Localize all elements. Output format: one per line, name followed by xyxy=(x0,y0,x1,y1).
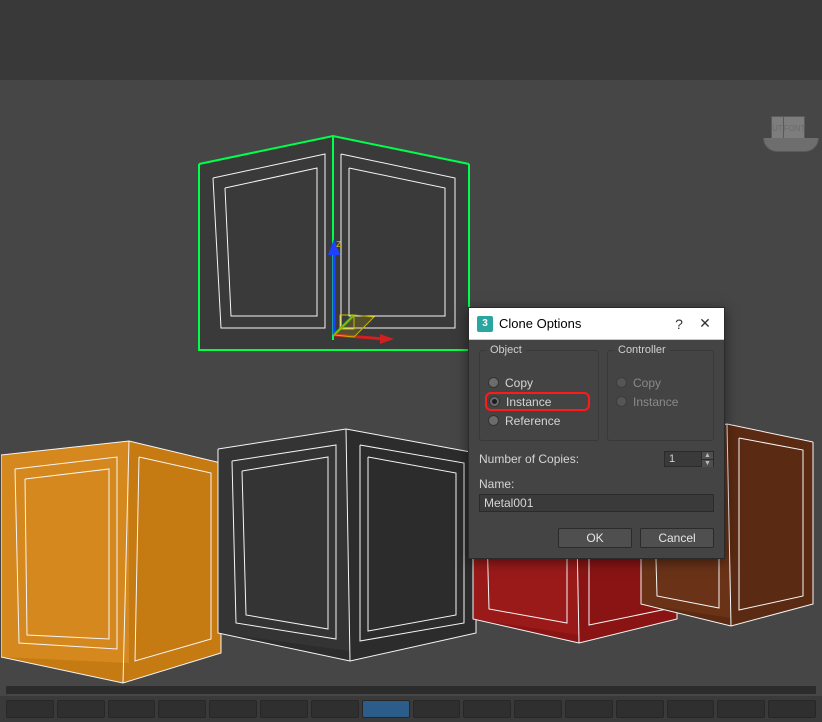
app-icon: 3 xyxy=(477,316,493,332)
dialog-title: Clone Options xyxy=(499,316,666,331)
timeline-seg xyxy=(6,687,816,694)
timeline-slot[interactable] xyxy=(108,700,156,718)
gizmo-z-label: z xyxy=(336,238,342,250)
timeline-track[interactable] xyxy=(6,686,816,694)
radio-icon xyxy=(616,396,627,407)
controller-group-legend: Controller xyxy=(614,344,670,356)
bottom-toolbar[interactable] xyxy=(0,696,822,722)
object-reference-radio[interactable]: Reference xyxy=(488,411,590,430)
object-copy-label: Copy xyxy=(505,376,533,390)
timeline-slot[interactable] xyxy=(565,700,613,718)
copies-value[interactable]: 1 xyxy=(665,452,701,466)
timeline-slot[interactable] xyxy=(514,700,562,718)
controller-copy-label: Copy xyxy=(633,376,661,390)
timeline-slot[interactable] xyxy=(158,700,206,718)
object-instance-label: Instance xyxy=(506,395,551,409)
object-reference-label: Reference xyxy=(505,414,560,428)
view-cube-face-left[interactable]: UT xyxy=(772,117,784,139)
radio-icon xyxy=(488,377,499,388)
radio-icon xyxy=(489,396,500,407)
timeline-slot[interactable] xyxy=(209,700,257,718)
viewport[interactable]: UT FONT xyxy=(0,0,822,722)
clone-options-dialog: 3 Clone Options ? ✕ Object Copy Instance xyxy=(468,307,725,559)
help-button[interactable]: ? xyxy=(666,311,692,337)
spinner-up-icon[interactable]: ▲ xyxy=(702,452,713,460)
timeline-slot[interactable] xyxy=(463,700,511,718)
cancel-button[interactable]: Cancel xyxy=(640,528,714,548)
timeline-slot[interactable] xyxy=(768,700,816,718)
spinner-down-icon[interactable]: ▼ xyxy=(702,460,713,467)
timeline-slot[interactable] xyxy=(667,700,715,718)
timeline-slot[interactable] xyxy=(413,700,461,718)
object-group-legend: Object xyxy=(486,344,526,356)
timeline-slot[interactable] xyxy=(6,700,54,718)
copies-label: Number of Copies: xyxy=(479,452,579,466)
view-cube-body[interactable]: UT FONT xyxy=(771,116,805,140)
name-label: Name: xyxy=(479,477,514,491)
ok-button[interactable]: OK xyxy=(558,528,632,548)
radio-icon xyxy=(488,415,499,426)
name-input[interactable] xyxy=(479,494,714,512)
crate-dark[interactable] xyxy=(214,425,479,665)
dialog-titlebar[interactable]: 3 Clone Options ? ✕ xyxy=(469,308,724,340)
view-cube-ring[interactable] xyxy=(763,138,819,152)
close-button[interactable]: ✕ xyxy=(692,311,718,337)
view-cube-face-right[interactable]: FONT xyxy=(784,117,806,139)
timeline-slot[interactable] xyxy=(717,700,765,718)
crate-orange[interactable] xyxy=(1,425,221,692)
move-gizmo[interactable]: z xyxy=(306,235,396,350)
object-instance-radio[interactable]: Instance xyxy=(485,392,590,411)
view-cube[interactable]: UT FONT xyxy=(765,116,813,148)
timeline-slot[interactable] xyxy=(260,700,308,718)
radio-icon xyxy=(616,377,627,388)
copies-row: Number of Copies: 1 ▲ ▼ xyxy=(479,451,714,467)
controller-copy-radio: Copy xyxy=(616,373,705,392)
controller-instance-radio: Instance xyxy=(616,392,705,411)
copies-spinner[interactable]: 1 ▲ ▼ xyxy=(664,451,714,467)
object-group: Object Copy Instance Reference xyxy=(479,350,599,441)
timeline-slot[interactable] xyxy=(616,700,664,718)
timeline-slot[interactable] xyxy=(311,700,359,718)
object-copy-radio[interactable]: Copy xyxy=(488,373,590,392)
timeline-slot[interactable] xyxy=(57,700,105,718)
controller-instance-label: Instance xyxy=(633,395,678,409)
timeline-slot[interactable] xyxy=(362,700,410,718)
controller-group: Controller Copy Instance xyxy=(607,350,714,441)
